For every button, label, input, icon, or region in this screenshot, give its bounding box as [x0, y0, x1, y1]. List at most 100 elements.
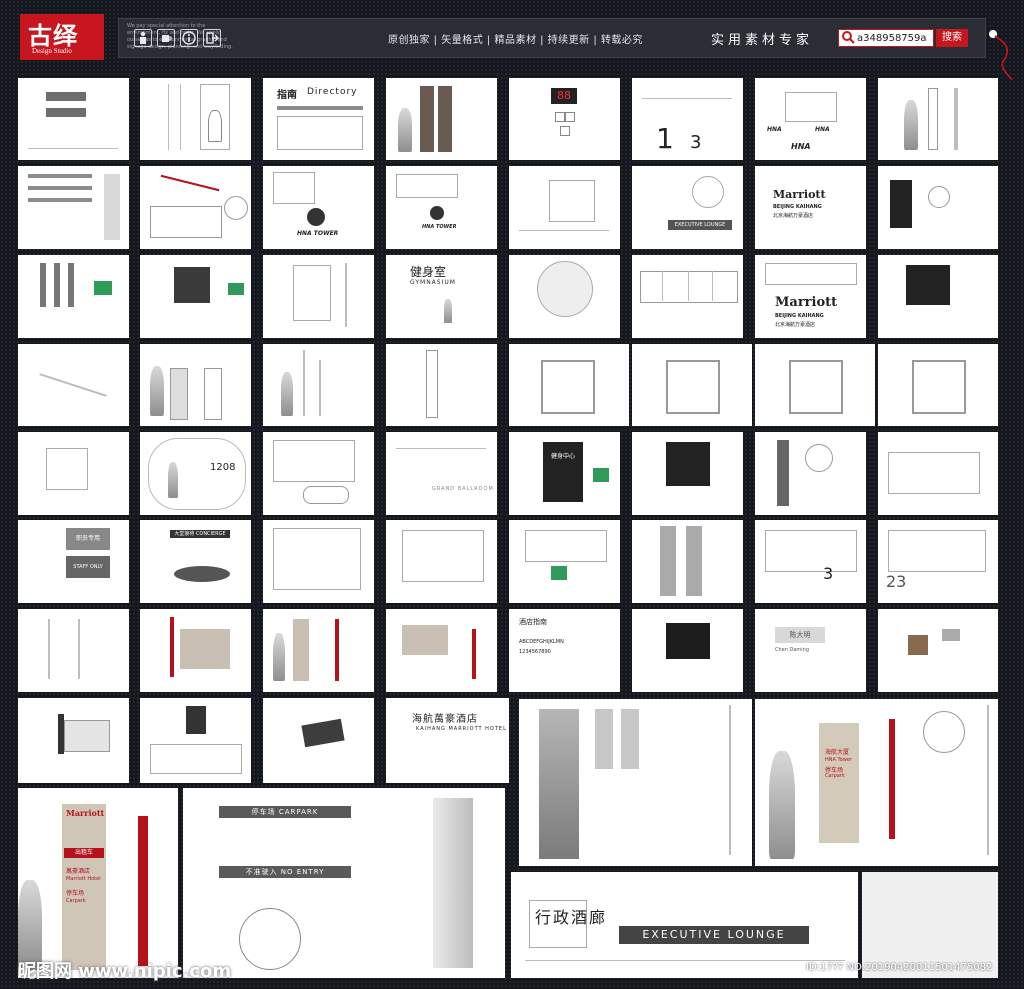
sheet-person-totem[interactable]	[878, 78, 998, 160]
sheet-leaf-pylon-large[interactable]	[519, 699, 752, 866]
frame	[402, 530, 484, 582]
sheet-round-plaque[interactable]	[509, 255, 620, 338]
search-box[interactable]	[838, 29, 934, 47]
sheet-doorway[interactable]	[263, 432, 374, 515]
marriott-sub-en: BEIJING KAIHANG	[775, 313, 824, 319]
sheet-leaf-panel[interactable]	[140, 255, 251, 338]
sheet-pylon[interactable]	[386, 344, 497, 426]
totem	[438, 86, 452, 152]
door-plate	[942, 629, 960, 641]
sheet-ramp[interactable]	[18, 344, 129, 426]
sheet-restroom-icons[interactable]	[263, 520, 374, 603]
material-swatch	[551, 566, 567, 580]
sheet-hotel-name[interactable]: 海航萬豪酒店 KAIHANG MARRIOTT HOTEL	[386, 698, 509, 783]
sheet-staff-plates[interactable]	[18, 78, 129, 160]
sheet-floorplan-2[interactable]	[632, 344, 752, 426]
sheet-ballroom[interactable]: GRAND BALLROOM	[386, 432, 497, 515]
sheet-marriott-wall[interactable]	[386, 609, 497, 692]
rule	[28, 148, 118, 149]
logo[interactable]: 古绎 Design Studio	[20, 14, 104, 60]
sheet-marriott-totem-2[interactable]	[263, 609, 374, 692]
search-button[interactable]: 搜索	[936, 29, 968, 47]
button	[560, 126, 570, 136]
sheet-cloud-plaque[interactable]	[18, 432, 129, 515]
hna-tower-logo: HNA TOWER	[297, 230, 339, 237]
frame	[765, 530, 857, 572]
sheet-typeface[interactable]: 酒店指南 ABCDEFGHIJKLMN 1234567890	[509, 609, 620, 692]
sheet-fitness-center[interactable]: 健身中心	[509, 432, 620, 515]
sheet-floor-3[interactable]: 3	[755, 520, 866, 603]
sheet-black-sign-2[interactable]	[878, 255, 998, 338]
site-watermark: 昵图网 www.nipic.com	[18, 961, 232, 982]
sheet-wall-elev[interactable]	[878, 432, 998, 515]
exit-icon[interactable]	[203, 29, 221, 47]
logo-disc	[307, 208, 325, 226]
sheet-person-door[interactable]	[140, 78, 251, 160]
sheet-keypad[interactable]	[140, 698, 251, 783]
ballroom-label: GRAND BALLROOM	[432, 486, 494, 492]
sheet-floor-23[interactable]: 23	[878, 520, 998, 603]
executive-lounge-bar: EXECUTIVE LOUNGE	[668, 220, 732, 230]
person-icon[interactable]	[134, 29, 152, 47]
sheet-floor-numbers[interactable]: 1 3	[632, 78, 743, 160]
sheet-leaf-totem[interactable]	[632, 520, 743, 603]
sheet-totem-pair[interactable]	[386, 78, 497, 160]
sheet-three-posts[interactable]	[18, 255, 129, 338]
slogan: 实用素材专家	[711, 33, 814, 48]
sheet-executive-lounge[interactable]: EXECUTIVE LOUNGE	[632, 166, 743, 249]
sheet-directory[interactable]: 指南 Directory	[263, 78, 374, 160]
fitness-panel: 健身中心	[543, 442, 583, 502]
sheet-floorplan-1[interactable]	[509, 344, 629, 426]
sheet-room-number[interactable]: 1208	[140, 432, 251, 515]
search-input[interactable]	[857, 31, 931, 45]
marriott-logo: Marriott	[66, 808, 105, 818]
sheet-document[interactable]	[263, 255, 374, 338]
sheet-restroom-2[interactable]	[386, 520, 497, 603]
sheet-carpark[interactable]: 停车场 CARPARK 不准驶入 NO ENTRY	[183, 788, 505, 978]
sheet-floorplan-3[interactable]	[755, 344, 875, 426]
sheet-hna-tower[interactable]: HNA TOWER	[263, 166, 374, 249]
info-icon[interactable]	[180, 29, 198, 47]
font-sample-num: 1234567890	[519, 649, 551, 655]
kiosk	[204, 368, 222, 420]
post	[303, 350, 305, 416]
sheet-marriott[interactable]: Marriott BEIJING KAIHANG 北京海航万豪酒店	[755, 166, 866, 249]
sheet-door-plates[interactable]	[878, 609, 998, 692]
sheet-wall-plan[interactable]	[140, 166, 251, 249]
sheet-marriott-2[interactable]: Marriott BEIJING KAIHANG 北京海航万豪酒店	[755, 255, 866, 338]
floorplan	[666, 360, 720, 414]
sheet-wall-directory[interactable]	[18, 166, 129, 249]
sheet-cloud-black[interactable]	[632, 432, 743, 515]
sheet-staff-only[interactable]: 职员专用 STAFF ONLY	[18, 520, 129, 603]
sheet-facade[interactable]	[632, 255, 743, 338]
hna-tower-en: HNA Tower	[825, 757, 852, 763]
sheet-tile[interactable]	[263, 698, 374, 783]
sheet-concierge[interactable]: 大堂接待 CONCIERGE	[140, 520, 251, 603]
sheet-marriott-pylon-large[interactable]: Marriott 出租车 萬豪酒店 Marriott Hotel 停车场 Car…	[18, 788, 178, 978]
sheet-tall-sign[interactable]	[263, 344, 374, 426]
sheet-elevator-panel[interactable]: 88	[509, 78, 620, 160]
sheet-hanging-sign[interactable]	[18, 698, 129, 783]
rule	[987, 705, 989, 855]
gym-en: GYMNASIUM	[410, 279, 456, 286]
sheet-pillar[interactable]	[755, 432, 866, 515]
sheet-black-sign[interactable]	[878, 166, 998, 249]
staff-plate-en: STAFF ONLY	[66, 556, 110, 578]
sheet-restroom-3[interactable]	[509, 520, 620, 603]
sheet-kiosk[interactable]	[140, 344, 251, 426]
sheet-gymnasium[interactable]: 健身室 GYMNASIUM	[386, 255, 497, 338]
marriott-logo: Marriott	[773, 188, 826, 201]
sheet-marriott-totem[interactable]	[140, 609, 251, 692]
sheet-hna-tower-2[interactable]: HNA TOWER	[386, 166, 497, 249]
sheet-hna-pylon-large[interactable]: 海航大厦 HNA Tower 停车场 Carpark	[755, 699, 998, 866]
sheet-black-card[interactable]	[632, 609, 743, 692]
frame	[273, 172, 315, 204]
name-plate: 陈大明	[775, 627, 825, 643]
sheet-name-plate[interactable]: 陈大明 Chen Daming	[755, 609, 866, 692]
cup-icon[interactable]	[157, 29, 175, 47]
sheet-hna-logos[interactable]: HNA HNA HNA	[755, 78, 866, 160]
sheet-brackets[interactable]	[18, 609, 129, 692]
sheet-floorplan-4[interactable]	[878, 344, 998, 426]
sheet-leaf-sign[interactable]	[509, 166, 620, 249]
panel-frame	[277, 116, 363, 150]
